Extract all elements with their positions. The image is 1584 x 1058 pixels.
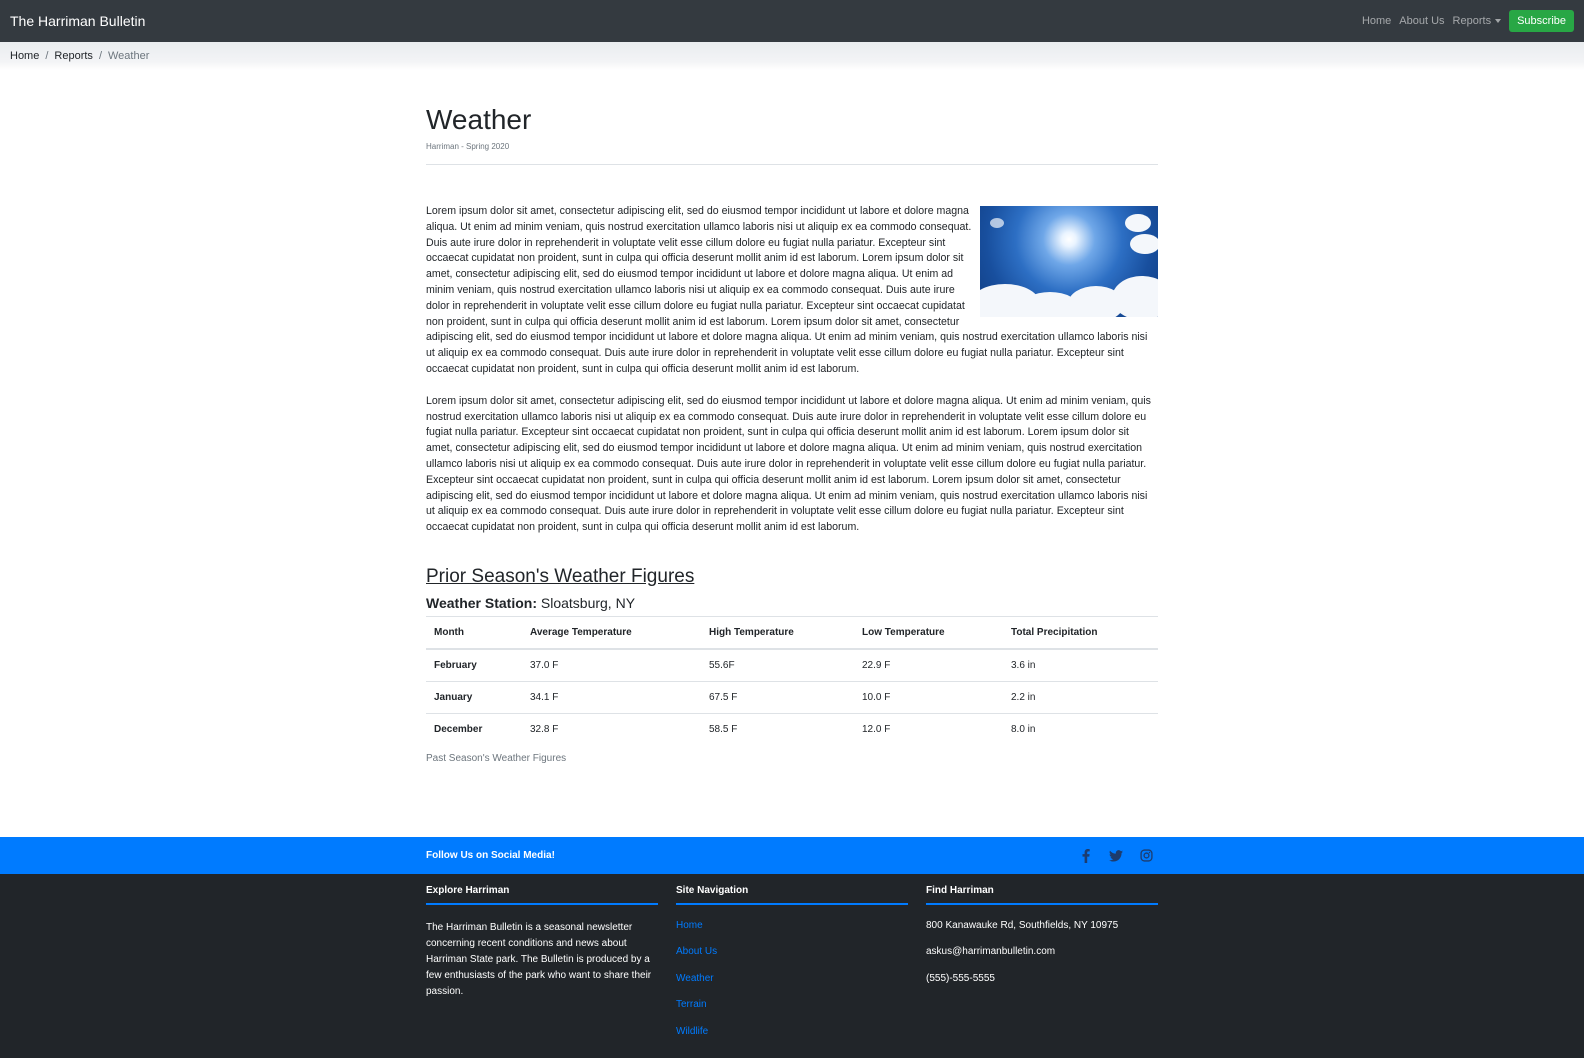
- footer-phone: (555)-555-5555: [926, 972, 995, 984]
- breadcrumb-reports[interactable]: Reports: [54, 50, 93, 62]
- instagram-icon[interactable]: [1139, 849, 1153, 863]
- nav-about-link[interactable]: About Us: [1395, 15, 1448, 27]
- footer-link-weather[interactable]: Weather: [676, 973, 908, 999]
- table-cell: 22.9 F: [862, 660, 891, 672]
- footer-email: askus@harrimanbulletin.com: [926, 946, 1056, 958]
- breadcrumb-home[interactable]: Home: [10, 50, 39, 62]
- column-header: Total Precipitation: [1011, 627, 1098, 639]
- footer-site-navigation: Site Navigation Home About Us Weather Te…: [676, 874, 908, 1052]
- page-subtitle: Harriman - Spring 2020: [426, 142, 510, 151]
- table-cell: 10.0 F: [862, 691, 891, 703]
- table-cell: 55.6F: [709, 660, 735, 672]
- table-cell: February: [434, 660, 477, 672]
- footer-explore-text: The Harriman Bulletin is a seasonal news…: [426, 922, 652, 997]
- column-header: Month: [434, 627, 464, 639]
- station-label: Weather Station:: [426, 594, 537, 611]
- social-icons: [1079, 848, 1158, 863]
- footer-find-title: Find Harriman: [926, 874, 1158, 905]
- table-row: January 34.1 F 67.5 F 10.0 F 2.2 in: [426, 681, 1158, 714]
- brand-link[interactable]: The Harriman Bulletin: [10, 13, 145, 29]
- social-bar: Follow Us on Social Media!: [0, 837, 1584, 874]
- table-cell: 32.8 F: [530, 724, 559, 736]
- section-title: Prior Season's Weather Figures: [426, 565, 695, 587]
- weather-station: Weather Station: Sloatsburg, NY: [426, 595, 1158, 611]
- subscribe-button[interactable]: Subscribe: [1509, 10, 1574, 32]
- table-caption: Past Season's Weather Figures: [426, 753, 567, 765]
- footer: Explore Harriman The Harriman Bulletin i…: [0, 874, 1584, 1058]
- weather-table: Month Average Temperature High Temperatu…: [426, 616, 1158, 746]
- page-title: Weather: [426, 104, 532, 135]
- article-paragraph: Lorem ipsum dolor sit amet, consectetur …: [426, 394, 1151, 534]
- facebook-icon[interactable]: [1079, 848, 1093, 863]
- sky-sun-image: [980, 206, 1158, 317]
- table-cell: 58.5 F: [709, 724, 738, 736]
- footer-contact: 800 Kanawauke Rd, Southfields, NY 10975 …: [926, 920, 1158, 999]
- twitter-icon[interactable]: [1109, 849, 1123, 863]
- social-bar-inner: Follow Us on Social Media!: [426, 837, 1158, 874]
- nav-links: Home About Us Reports Subscribe: [1358, 10, 1574, 32]
- table-cell: 12.0 F: [862, 724, 891, 736]
- breadcrumb-separator: /: [98, 50, 102, 62]
- nav-reports-dropdown[interactable]: Reports: [1449, 15, 1506, 27]
- footer-columns: Explore Harriman The Harriman Bulletin i…: [426, 874, 1158, 1052]
- footer-link-wildlife[interactable]: Wildlife: [676, 1026, 908, 1052]
- table-cell: 8.0 in: [1011, 724, 1036, 736]
- table-cell: 67.5 F: [709, 691, 738, 703]
- social-text: Follow Us on Social Media!: [426, 850, 555, 861]
- title-divider: [426, 164, 1158, 165]
- table-cell: 3.6 in: [1011, 660, 1036, 672]
- nav-reports-label: Reports: [1452, 15, 1492, 27]
- nav-home-link[interactable]: Home: [1358, 15, 1395, 27]
- footer-address: 800 Kanawauke Rd, Southfields, NY 10975: [926, 920, 1119, 931]
- article-body: Lorem ipsum dolor sit amet, consectetur …: [426, 204, 1158, 536]
- column-header: High Temperature: [709, 627, 794, 639]
- station-value: Sloatsburg, NY: [540, 594, 636, 611]
- table-cell: 2.2 in: [1011, 691, 1036, 703]
- main-content: Weather Harriman - Spring 2020 Lorem ips…: [426, 104, 1158, 764]
- footer-link-about[interactable]: About Us: [676, 946, 908, 972]
- table-cell: 34.1 F: [530, 691, 559, 703]
- breadcrumb-current: Weather: [108, 50, 150, 62]
- top-navbar: The Harriman Bulletin Home About Us Repo…: [0, 0, 1584, 42]
- table-cell: January: [434, 691, 473, 703]
- table-cell: 37.0 F: [530, 660, 559, 672]
- table-cell: December: [434, 724, 483, 736]
- footer-nav-list: Home About Us Weather Terrain Wildlife: [676, 920, 908, 1052]
- table-row: February 37.0 F 55.6F 22.9 F 3.6 in: [426, 649, 1158, 682]
- footer-explore: Explore Harriman The Harriman Bulletin i…: [426, 874, 658, 1052]
- table-row: December 32.8 F 58.5 F 12.0 F 8.0 in: [426, 713, 1158, 745]
- breadcrumb-separator: /: [45, 50, 49, 62]
- footer-link-terrain[interactable]: Terrain: [676, 999, 908, 1025]
- caret-down-icon: [1495, 19, 1502, 23]
- footer-link-home[interactable]: Home: [676, 920, 908, 946]
- footer-find: Find Harriman 800 Kanawauke Rd, Southfie…: [926, 874, 1158, 1052]
- footer-nav-title: Site Navigation: [676, 874, 908, 905]
- footer-explore-title: Explore Harriman: [426, 874, 658, 905]
- column-header: Low Temperature: [862, 627, 945, 639]
- table-header-row: Month Average Temperature High Temperatu…: [426, 616, 1158, 650]
- breadcrumb: Home / Reports / Weather: [0, 42, 1584, 70]
- column-header: Average Temperature: [530, 627, 632, 639]
